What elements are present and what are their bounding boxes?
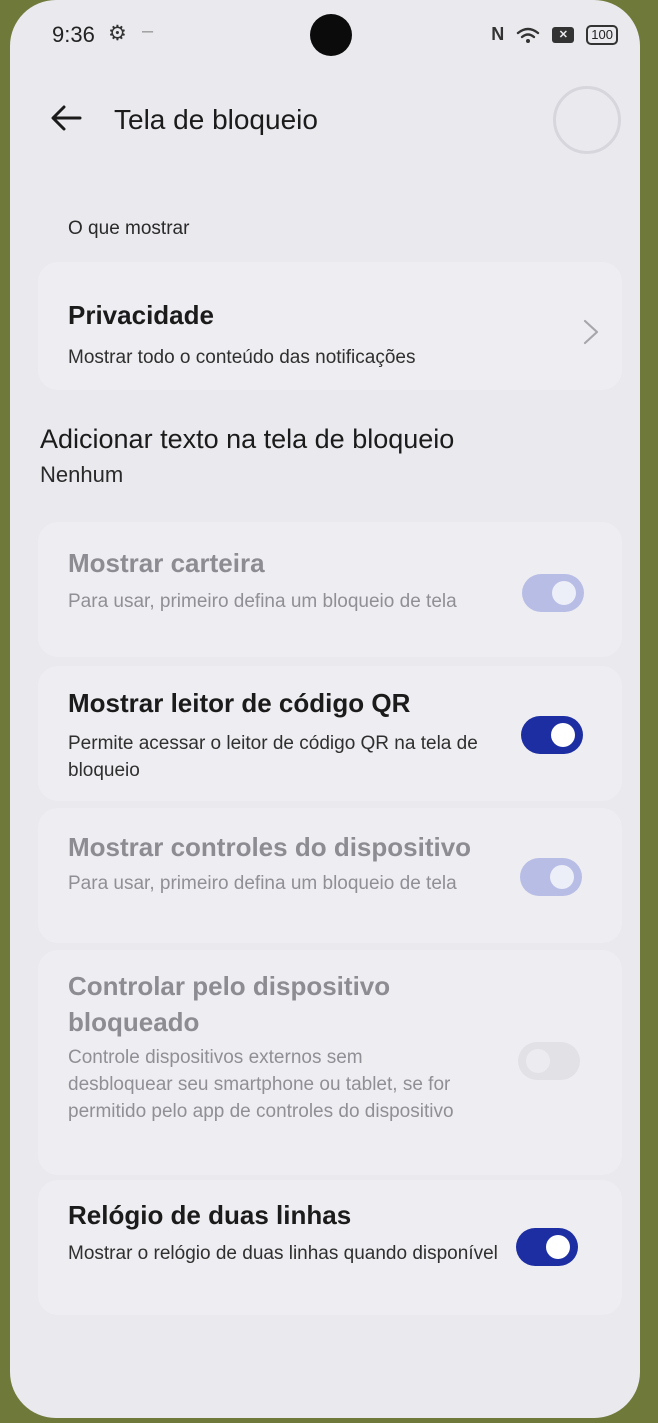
qr-reader-title: Mostrar leitor de código QR — [68, 688, 411, 718]
locked-control-item: Controlar pelo dispositivo bloqueado Con… — [38, 950, 622, 1175]
device-controls-toggle — [520, 858, 582, 896]
phone-screen: 9:36 ⚙ – N ✕ 100 Tela de bloqueio O que … — [10, 0, 640, 1418]
toggle-knob — [551, 723, 575, 747]
status-icons: N ✕ 100 — [491, 24, 618, 45]
wallet-item: Mostrar carteira Para usar, primeiro def… — [38, 522, 622, 657]
status-bar: 9:36 ⚙ – N ✕ 100 — [10, 0, 640, 70]
double-clock-title: Relógio de duas linhas — [68, 1200, 352, 1230]
gear-icon: ⚙ — [108, 22, 127, 45]
toggle-knob — [546, 1235, 570, 1259]
device-controls-title: Mostrar controles do dispositivo — [68, 832, 472, 862]
status-time: 9:36 — [52, 22, 95, 47]
locked-control-toggle — [518, 1042, 580, 1080]
nfc-icon: N — [491, 24, 505, 44]
lock-text-value: Nenhum — [40, 462, 124, 487]
locked-control-title: Controlar pelo dispositivo bloqueado — [68, 971, 391, 1037]
double-clock-subtitle: Mostrar o relógio de duas linhas quando … — [68, 1243, 498, 1264]
toggle-knob — [552, 581, 576, 605]
qr-reader-subtitle: Permite acessar o leitor de código QR na… — [68, 733, 478, 781]
wallet-subtitle: Para usar, primeiro defina um bloqueio d… — [68, 591, 457, 612]
chevron-right-icon — [583, 319, 599, 345]
qr-reader-toggle[interactable] — [521, 716, 583, 754]
locked-control-subtitle: Controle dispositivos externos sem desbl… — [68, 1047, 454, 1122]
lock-text-title: Adicionar texto na tela de bloqueio — [40, 424, 455, 454]
avatar[interactable] — [553, 86, 621, 154]
device-controls-subtitle: Para usar, primeiro defina um bloqueio d… — [68, 873, 457, 894]
status-dash: – — [142, 20, 154, 42]
double-clock-item[interactable]: Relógio de duas linhas Mostrar o relógio… — [38, 1180, 622, 1315]
battery-icon: 100 — [586, 24, 618, 45]
navigation-bar — [10, 1348, 640, 1418]
toggle-knob — [526, 1049, 550, 1073]
toggle-knob — [550, 865, 574, 889]
privacy-title: Privacidade — [68, 300, 214, 330]
privacy-item[interactable]: Privacidade Mostrar todo o conteúdo das … — [38, 262, 622, 390]
wifi-icon — [517, 27, 540, 43]
camera-cutout — [310, 14, 352, 56]
qr-reader-item[interactable]: Mostrar leitor de código QR Permite aces… — [38, 666, 622, 801]
privacy-subtitle: Mostrar todo o conteúdo das notificações — [68, 347, 416, 368]
page-title: Tela de bloqueio — [114, 104, 318, 135]
wallet-title: Mostrar carteira — [68, 548, 265, 578]
sim-icon: ✕ — [552, 26, 575, 43]
device-controls-item: Mostrar controles do dispositivo Para us… — [38, 808, 622, 943]
section-header: O que mostrar — [68, 218, 190, 239]
double-clock-toggle[interactable] — [516, 1228, 578, 1266]
wallet-toggle — [522, 574, 584, 612]
back-arrow-icon[interactable] — [48, 100, 84, 136]
